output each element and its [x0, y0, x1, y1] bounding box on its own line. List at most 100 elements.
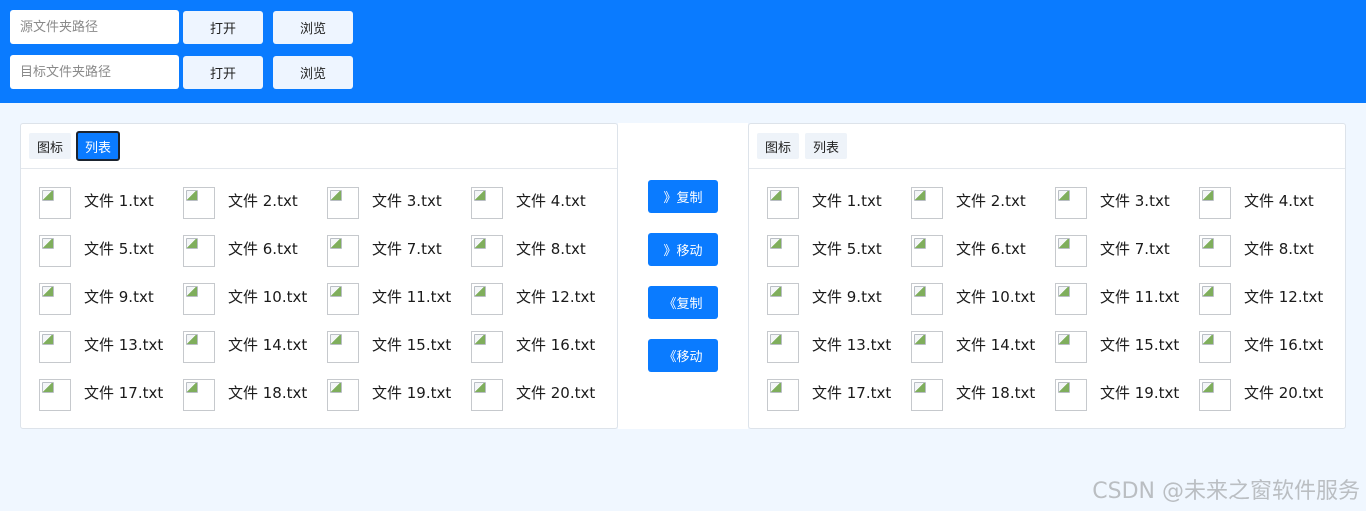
file-name: 文件 14.txt: [228, 336, 308, 354]
file-name: 文件 3.txt: [372, 192, 442, 210]
file-item[interactable]: 文件 6.txt: [911, 235, 1055, 283]
file-item[interactable]: 文件 18.txt: [183, 379, 327, 427]
file-item[interactable]: 文件 3.txt: [1055, 187, 1199, 235]
file-name: 文件 4.txt: [516, 192, 586, 210]
file-item[interactable]: 文件 4.txt: [471, 187, 615, 235]
broken-image-icon: [471, 379, 503, 411]
file-name: 文件 20.txt: [516, 384, 596, 402]
broken-image-icon: [767, 187, 799, 219]
file-item[interactable]: 文件 19.txt: [327, 379, 471, 427]
broken-image-icon: [1055, 187, 1087, 219]
file-item[interactable]: 文件 2.txt: [183, 187, 327, 235]
target-file-grid: 文件 1.txt 文件 2.txt 文件 3.txt 文件 4.txt 文件 5.txt…: [749, 169, 1345, 427]
tab-icon-view[interactable]: 图标: [29, 133, 72, 159]
file-item[interactable]: 文件 8.txt: [1199, 235, 1343, 283]
source-path-input[interactable]: [10, 10, 179, 44]
file-name: 文件 15.txt: [372, 336, 452, 354]
file-name: 文件 15.txt: [1100, 336, 1180, 354]
file-name: 文件 18.txt: [228, 384, 308, 402]
file-name: 文件 12.txt: [1244, 288, 1324, 306]
file-item[interactable]: 文件 4.txt: [1199, 187, 1343, 235]
file-row: 文件 1.txt 文件 2.txt 文件 3.txt 文件 4.txt: [767, 187, 1345, 235]
file-item[interactable]: 文件 17.txt: [39, 379, 183, 427]
file-name: 文件 6.txt: [956, 240, 1026, 258]
file-item[interactable]: 文件 7.txt: [1055, 235, 1199, 283]
move-to-target-button[interactable]: 》移动: [648, 233, 718, 266]
file-item[interactable]: 文件 7.txt: [327, 235, 471, 283]
broken-image-icon: [183, 283, 215, 315]
broken-image-icon: [327, 235, 359, 267]
file-item[interactable]: 文件 12.txt: [1199, 283, 1343, 331]
file-item[interactable]: 文件 2.txt: [911, 187, 1055, 235]
file-item[interactable]: 文件 9.txt: [767, 283, 911, 331]
file-name: 文件 18.txt: [956, 384, 1036, 402]
file-item[interactable]: 文件 13.txt: [39, 331, 183, 379]
file-name: 文件 7.txt: [372, 240, 442, 258]
file-item[interactable]: 文件 15.txt: [327, 331, 471, 379]
broken-image-icon: [39, 283, 71, 315]
file-item[interactable]: 文件 19.txt: [1055, 379, 1199, 427]
copy-to-source-button[interactable]: 《复制: [648, 286, 718, 319]
target-open-button[interactable]: 打开: [183, 55, 263, 89]
file-item[interactable]: 文件 14.txt: [183, 331, 327, 379]
target-file-panel: 图标 列表 文件 1.txt 文件 2.txt 文件 3.txt 文件 4.txt 文件 …: [748, 123, 1346, 429]
broken-image-icon: [471, 235, 503, 267]
file-row: 文件 5.txt 文件 6.txt 文件 7.txt 文件 8.txt: [39, 235, 617, 283]
copy-to-target-button[interactable]: 》复制: [648, 180, 718, 213]
broken-image-icon: [1055, 379, 1087, 411]
file-name: 文件 12.txt: [516, 288, 596, 306]
broken-image-icon: [911, 331, 943, 363]
watermark: CSDN @未来之窗软件服务: [1092, 479, 1360, 504]
broken-image-icon: [39, 187, 71, 219]
broken-image-icon: [767, 235, 799, 267]
broken-image-icon: [1199, 283, 1231, 315]
source-open-button[interactable]: 打开: [183, 10, 263, 44]
source-browse-button[interactable]: 浏览: [273, 10, 353, 44]
file-item[interactable]: 文件 5.txt: [39, 235, 183, 283]
file-item[interactable]: 文件 20.txt: [471, 379, 615, 427]
file-item[interactable]: 文件 1.txt: [39, 187, 183, 235]
file-item[interactable]: 文件 15.txt: [1055, 331, 1199, 379]
file-item[interactable]: 文件 5.txt: [767, 235, 911, 283]
broken-image-icon: [39, 235, 71, 267]
file-name: 文件 16.txt: [1244, 336, 1324, 354]
tab-icon-view[interactable]: 图标: [757, 133, 800, 159]
file-item[interactable]: 文件 16.txt: [471, 331, 615, 379]
broken-image-icon: [39, 331, 71, 363]
file-name: 文件 5.txt: [812, 240, 882, 258]
file-item[interactable]: 文件 8.txt: [471, 235, 615, 283]
file-item[interactable]: 文件 3.txt: [327, 187, 471, 235]
file-name: 文件 1.txt: [84, 192, 154, 210]
file-item[interactable]: 文件 10.txt: [183, 283, 327, 331]
file-item[interactable]: 文件 11.txt: [327, 283, 471, 331]
broken-image-icon: [1199, 235, 1231, 267]
broken-image-icon: [183, 331, 215, 363]
file-row: 文件 1.txt 文件 2.txt 文件 3.txt 文件 4.txt: [39, 187, 617, 235]
file-name: 文件 3.txt: [1100, 192, 1170, 210]
file-item[interactable]: 文件 11.txt: [1055, 283, 1199, 331]
file-item[interactable]: 文件 10.txt: [911, 283, 1055, 331]
move-to-source-button[interactable]: 《移动: [648, 339, 718, 372]
file-item[interactable]: 文件 14.txt: [911, 331, 1055, 379]
target-browse-button[interactable]: 浏览: [273, 55, 353, 89]
file-item[interactable]: 文件 6.txt: [183, 235, 327, 283]
tab-list-view[interactable]: 列表: [805, 133, 848, 159]
file-item[interactable]: 文件 16.txt: [1199, 331, 1343, 379]
file-item[interactable]: 文件 20.txt: [1199, 379, 1343, 427]
broken-image-icon: [1055, 283, 1087, 315]
file-item[interactable]: 文件 9.txt: [39, 283, 183, 331]
file-item[interactable]: 文件 12.txt: [471, 283, 615, 331]
file-item[interactable]: 文件 18.txt: [911, 379, 1055, 427]
file-name: 文件 10.txt: [956, 288, 1036, 306]
file-item[interactable]: 文件 1.txt: [767, 187, 911, 235]
file-item[interactable]: 文件 13.txt: [767, 331, 911, 379]
file-name: 文件 9.txt: [84, 288, 154, 306]
file-name: 文件 17.txt: [812, 384, 892, 402]
broken-image-icon: [1199, 331, 1231, 363]
file-item[interactable]: 文件 17.txt: [767, 379, 911, 427]
file-name: 文件 16.txt: [516, 336, 596, 354]
target-path-input[interactable]: [10, 55, 179, 89]
broken-image-icon: [911, 379, 943, 411]
broken-image-icon: [183, 187, 215, 219]
tab-list-view[interactable]: 列表: [76, 131, 121, 161]
